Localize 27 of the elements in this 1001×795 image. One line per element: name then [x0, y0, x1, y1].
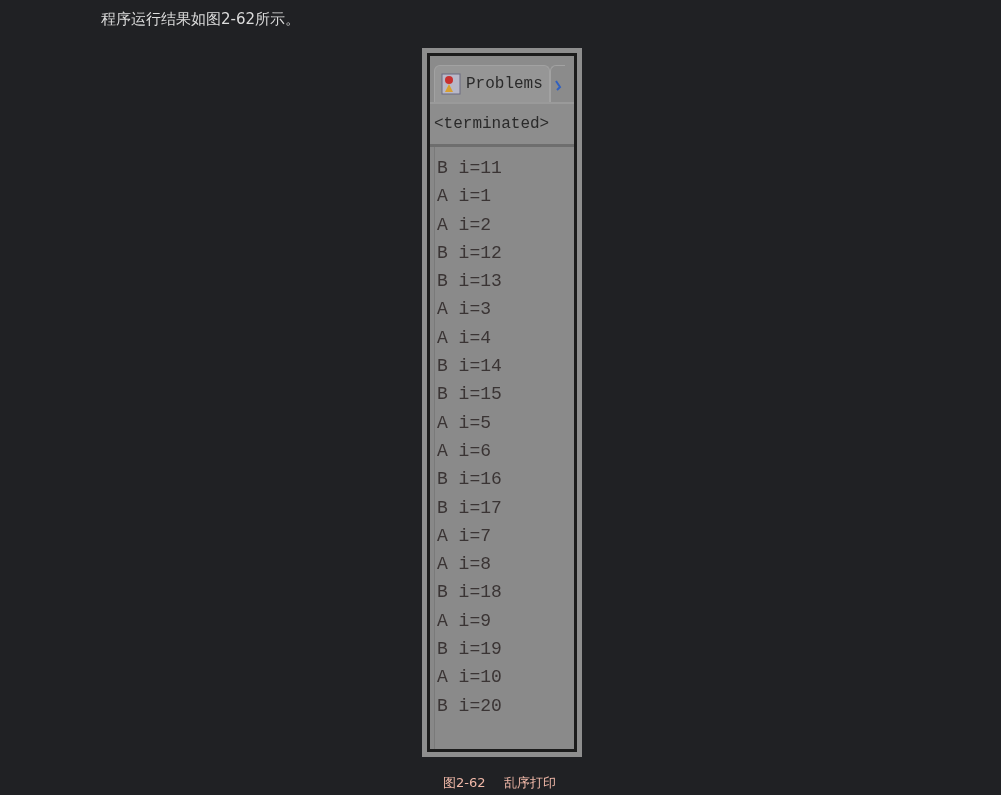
paragraph: 程序运行结果如图2-62所示。 — [101, 9, 302, 30]
output-line: B i=17 — [436, 496, 503, 520]
output-line: A i=10 — [436, 666, 503, 690]
output-line: B i=18 — [436, 581, 503, 605]
output-line: B i=13 — [436, 270, 503, 294]
output-line: A i=4 — [436, 326, 492, 350]
output-line: A i=6 — [436, 439, 492, 463]
output-line: A i=3 — [436, 298, 492, 322]
figure-number: 图2-62 — [443, 774, 486, 792]
status-text: <terminated> — [434, 115, 550, 133]
partial-tab[interactable] — [549, 65, 565, 102]
output-line: B i=20 — [436, 694, 503, 718]
output-line: B i=15 — [436, 383, 503, 407]
figure-caption: 乱序打印 — [503, 774, 556, 792]
output-line: A i=7 — [436, 524, 492, 548]
output-line: A i=8 — [436, 553, 492, 577]
output-line: A i=1 — [436, 185, 492, 209]
output-line: B i=12 — [436, 241, 503, 265]
problems-icon — [441, 73, 461, 95]
output-line: B i=16 — [436, 468, 503, 492]
output-line: A i=9 — [436, 609, 492, 633]
output-line: A i=2 — [436, 213, 492, 237]
output-line: B i=11 — [436, 157, 503, 180]
output-line: A i=5 — [436, 411, 492, 435]
output-line: B i=14 — [436, 355, 503, 379]
tab[interactable]: Problems — [434, 65, 550, 102]
output-line: B i=19 — [436, 638, 503, 662]
